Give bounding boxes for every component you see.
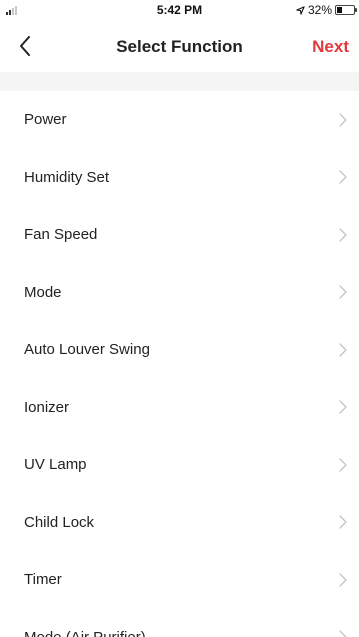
status-right: 32%	[296, 3, 357, 17]
function-item-label: Ionizer	[24, 398, 70, 416]
status-bar: 5:42 PM 32%	[0, 0, 359, 20]
function-item-child-lock[interactable]: Child Lock	[0, 493, 359, 552]
chevron-right-icon	[339, 228, 347, 242]
function-item-label: Auto Louver Swing	[24, 341, 150, 359]
chevron-right-icon	[339, 113, 347, 127]
chevron-right-icon	[339, 400, 347, 414]
back-button[interactable]	[12, 32, 38, 60]
chevron-right-icon	[339, 573, 347, 587]
function-item-label: Fan Speed	[24, 226, 98, 244]
chevron-right-icon	[339, 630, 347, 637]
function-item-humidity-set[interactable]: Humidity Set	[0, 148, 359, 207]
chevron-right-icon	[339, 285, 347, 299]
next-button[interactable]: Next	[312, 37, 349, 57]
chevron-right-icon	[339, 458, 347, 472]
function-item-mode-air-purifier[interactable]: Mode (Air Purifier)	[0, 608, 359, 637]
function-item-fan-speed[interactable]: Fan Speed	[0, 206, 359, 264]
function-item-label: Mode (Air Purifier)	[24, 629, 146, 637]
location-arrow-icon	[296, 5, 305, 15]
function-item-label: Timer	[24, 571, 62, 589]
battery-percent: 32%	[307, 3, 332, 17]
function-item-label: UV Lamp	[24, 456, 87, 474]
chevron-right-icon	[339, 343, 347, 357]
function-item-power[interactable]: Power	[0, 91, 359, 149]
function-item-label: Child Lock	[24, 513, 95, 531]
function-item-uv-lamp[interactable]: UV Lamp	[0, 436, 359, 494]
function-item-label: Mode	[24, 283, 62, 301]
function-item-timer[interactable]: Timer	[0, 551, 359, 609]
chevron-left-icon	[20, 36, 30, 56]
function-item-label: Power	[24, 111, 67, 129]
function-item-auto-louver-swing[interactable]: Auto Louver Swing	[0, 321, 359, 379]
function-item-ionizer[interactable]: Ionizer	[0, 378, 359, 437]
section-divider	[0, 72, 359, 91]
nav-bar: Select Function Next	[0, 20, 359, 72]
chevron-right-icon	[339, 170, 347, 184]
page-title: Select Function	[116, 37, 243, 56]
chevron-right-icon	[339, 515, 347, 529]
battery-level	[337, 7, 343, 13]
function-item-mode[interactable]: Mode	[0, 263, 359, 322]
function-list: Power Humidity Set Fan Speed Mode Auto L…	[0, 91, 359, 637]
screen: 5:42 PM 32% Select Function Next Power H…	[0, 0, 359, 637]
function-item-label: Humidity Set	[24, 168, 110, 186]
battery-icon	[335, 5, 357, 15]
